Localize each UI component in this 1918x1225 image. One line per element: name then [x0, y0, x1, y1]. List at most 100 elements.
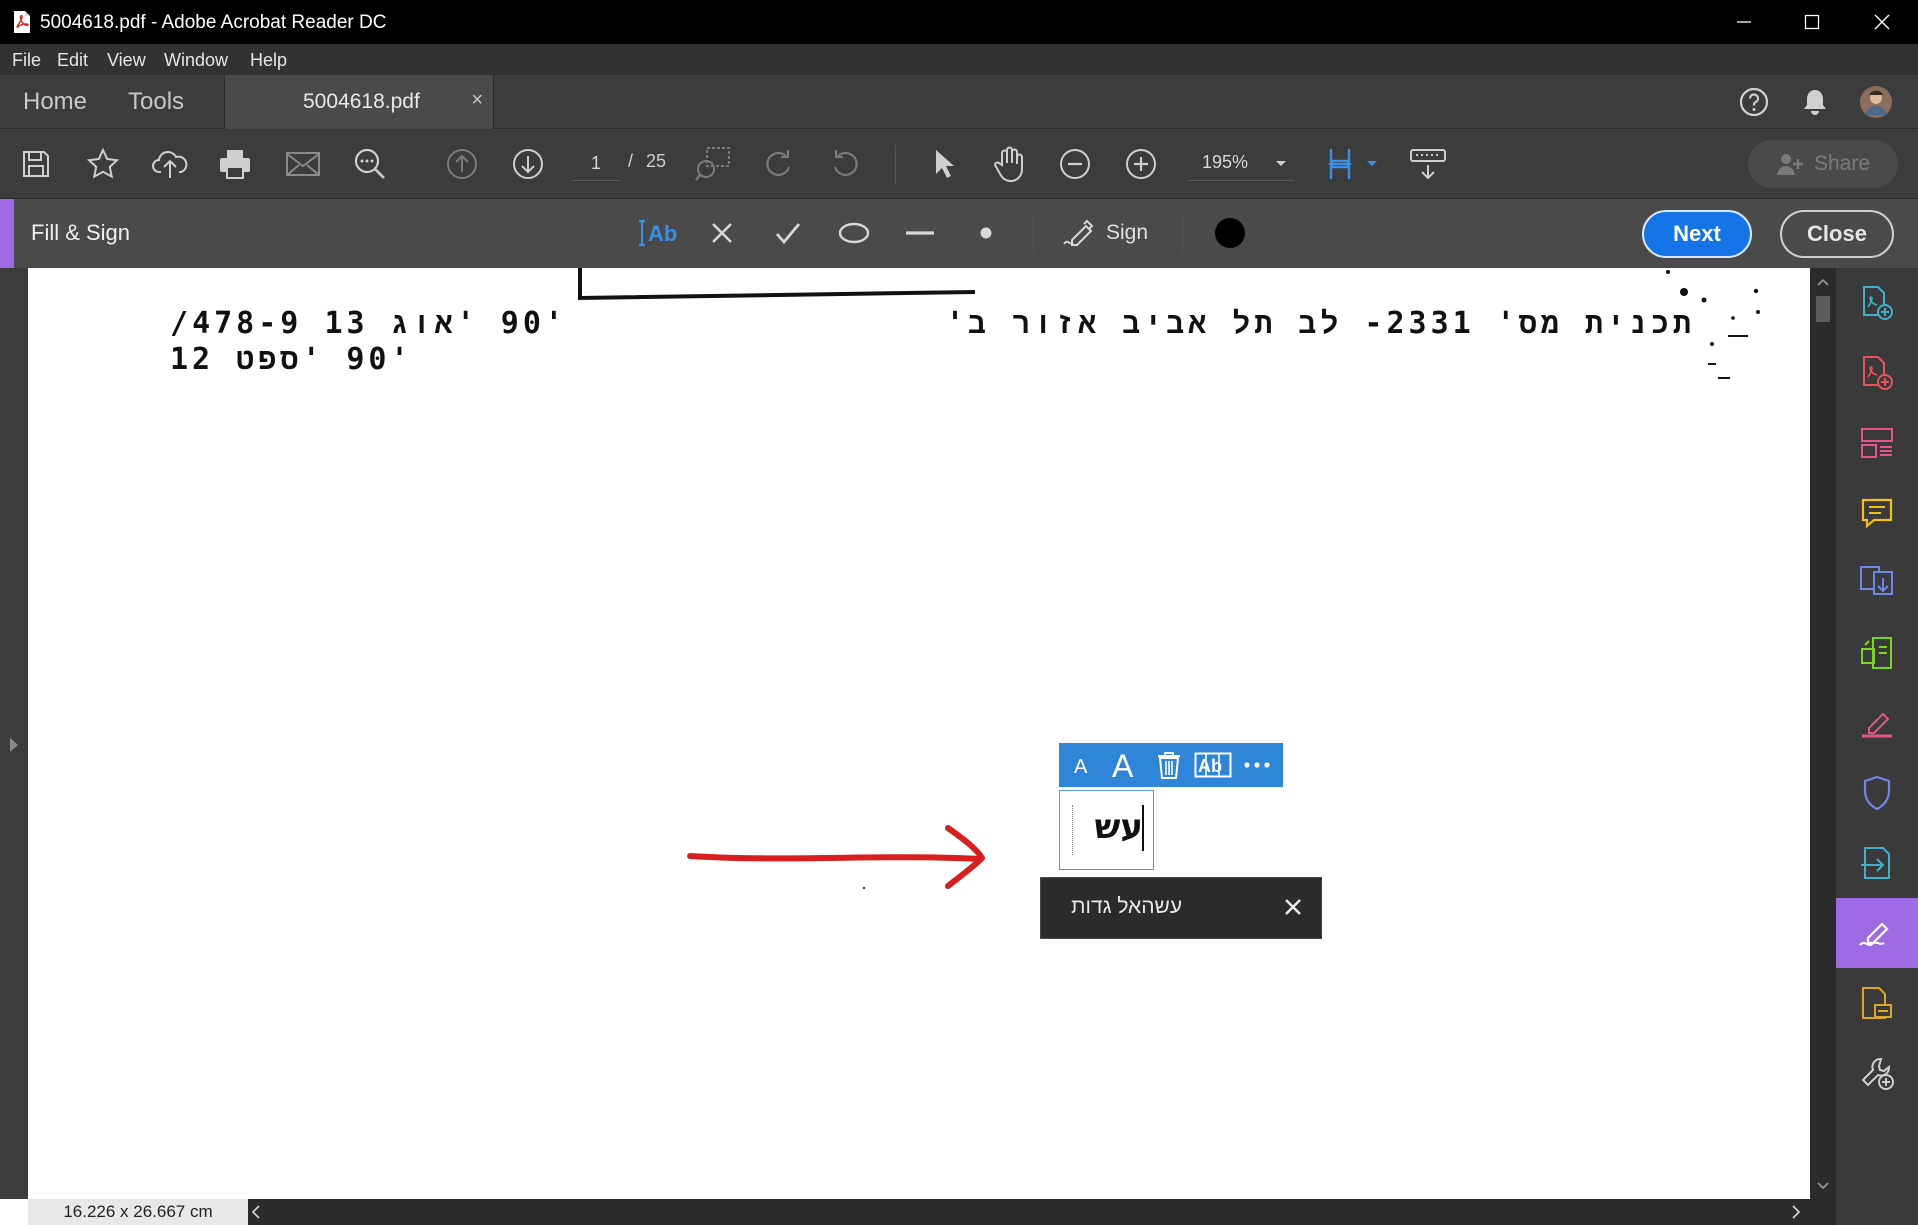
svg-text:A: A [1112, 749, 1134, 781]
zoom-in-icon[interactable] [1121, 144, 1161, 184]
menu-file[interactable]: File [12, 50, 41, 71]
fill-text-field[interactable]: עש [1059, 790, 1154, 870]
scroll-right-icon[interactable] [1790, 1203, 1802, 1221]
red-arrow-annotation [687, 825, 985, 890]
menu-edit[interactable]: Edit [57, 50, 88, 71]
vertical-scrollbar[interactable] [1810, 268, 1836, 1199]
document-tab-label: 5004618.pdf [303, 90, 420, 113]
scroll-thumb[interactable] [1816, 296, 1830, 322]
dot-icon[interactable] [966, 213, 1006, 253]
pen-sign-icon [1062, 216, 1100, 250]
previous-page-icon[interactable] [442, 144, 482, 184]
hand-pan-icon[interactable] [990, 144, 1030, 184]
add-text-icon[interactable]: Ab [636, 213, 678, 253]
keyboard-read-mode-icon[interactable] [1405, 144, 1451, 184]
save-icon[interactable] [16, 144, 56, 184]
more-options-icon[interactable] [1235, 743, 1279, 787]
field-value: עש [1094, 807, 1143, 847]
user-avatar[interactable] [1857, 83, 1895, 121]
menu-view[interactable]: View [107, 50, 146, 71]
search-zoom-icon[interactable] [350, 144, 390, 184]
close-fill-sign-button[interactable]: Close [1780, 210, 1894, 258]
scroll-left-icon[interactable] [250, 1203, 262, 1221]
sign-label: Sign [1106, 221, 1149, 244]
increase-font-size-button[interactable]: A [1103, 743, 1147, 787]
edit-highlight-icon[interactable] [1836, 688, 1918, 758]
fill-sign-tool-icon[interactable] [1836, 898, 1918, 968]
zoom-out-icon[interactable] [1055, 144, 1095, 184]
minimize-button[interactable] [1724, 8, 1764, 36]
svg-text:Ab: Ab [1198, 756, 1222, 776]
text-field-toolbar: A A Ab [1059, 743, 1283, 787]
menu-window[interactable]: Window [164, 50, 228, 71]
fill-sign-accent [0, 199, 14, 268]
fill-sign-divider [1182, 215, 1183, 255]
scan-ocr-icon[interactable] [1836, 618, 1918, 688]
fill-sign-title: Fill & Sign [31, 220, 131, 245]
bookmark-star-icon[interactable] [83, 144, 123, 184]
email-icon[interactable] [283, 144, 323, 184]
select-cursor-icon[interactable] [924, 144, 964, 184]
menu-help[interactable]: Help [250, 50, 287, 71]
help-icon[interactable] [1735, 83, 1773, 121]
cross-mark-icon[interactable] [702, 213, 742, 253]
share-button[interactable]: Share [1748, 140, 1898, 188]
marquee-zoom-icon[interactable] [693, 144, 733, 184]
create-pdf-icon[interactable] [1836, 268, 1918, 338]
trash-icon[interactable] [1147, 743, 1191, 787]
upload-cloud-icon[interactable] [150, 144, 190, 184]
left-panel-toggle[interactable] [0, 268, 28, 1199]
close-tab-button[interactable]: × [471, 89, 483, 112]
tab-bar: Home Tools 5004618.pdf × [0, 75, 1918, 129]
tab-tools[interactable]: Tools [128, 88, 184, 116]
close-window-button[interactable] [1862, 8, 1902, 36]
page-separator: / [628, 151, 634, 171]
comb-field-icon[interactable]: Ab [1191, 743, 1235, 787]
page-number-input[interactable] [572, 147, 620, 181]
status-bar: 16.226 x 26.667 cm [28, 1199, 1836, 1225]
menu-bar: File Edit View Window Help [0, 44, 1918, 75]
line-icon[interactable] [900, 213, 940, 253]
tab-document[interactable]: 5004618.pdf × [224, 75, 494, 129]
svg-text:A: A [1074, 756, 1088, 776]
next-button[interactable]: Next [1642, 210, 1752, 258]
print-icon[interactable] [215, 144, 255, 184]
suggestion-text: עשהאל גדות [1071, 895, 1183, 918]
next-page-icon[interactable] [508, 144, 548, 184]
rotate-clockwise-icon[interactable] [759, 144, 799, 184]
close-icon[interactable] [1281, 895, 1305, 919]
zoom-level-dropdown[interactable]: 195% [1188, 147, 1294, 181]
field-guide-line [1072, 805, 1073, 855]
combine-files-icon[interactable] [1836, 548, 1918, 618]
main-toolbar: / 25 195% Share [0, 129, 1918, 199]
notifications-bell-icon[interactable] [1796, 83, 1834, 121]
rotate-counterclockwise-icon[interactable] [825, 144, 865, 184]
fill-sign-toolbar: Fill & Sign Ab Sign Next Close [0, 199, 1918, 268]
document-page[interactable]: תכנית מס' 2331- לב תל אביב אזור ב' '90 '… [28, 268, 1810, 1199]
decrease-font-size-button[interactable]: A [1059, 743, 1103, 787]
maximize-button[interactable] [1792, 8, 1832, 36]
document-stamp-border [578, 268, 976, 301]
request-signature-icon[interactable] [1836, 968, 1918, 1038]
send-for-review-icon[interactable] [1836, 828, 1918, 898]
more-tools-wrench-icon[interactable] [1836, 1038, 1918, 1108]
document-date-line-2: '90 'ספט 12 [170, 342, 413, 377]
sign-tool-button[interactable]: Sign [1062, 213, 1148, 253]
page-display-fit-icon[interactable] [1325, 144, 1381, 184]
autofill-suggestion[interactable]: עשהאל גדות [1040, 877, 1322, 939]
scroll-up-icon[interactable] [1816, 276, 1830, 288]
ellipse-icon[interactable] [834, 213, 874, 253]
right-tools-pane [1836, 268, 1918, 1225]
protect-shield-icon[interactable] [1836, 758, 1918, 828]
tab-home[interactable]: Home [23, 88, 87, 116]
share-label: Share [1813, 152, 1871, 175]
window-title: 5004618.pdf - Adobe Acrobat Reader DC [40, 12, 387, 33]
color-picker-button[interactable] [1210, 213, 1250, 253]
add-user-icon [1776, 151, 1804, 177]
comment-icon[interactable] [1836, 478, 1918, 548]
checkmark-icon[interactable] [768, 213, 808, 253]
document-date-line-1: '90 'אוג 13 478-9/ [170, 306, 567, 341]
scroll-down-icon[interactable] [1816, 1180, 1830, 1192]
organize-pages-icon[interactable] [1836, 408, 1918, 478]
export-pdf-icon[interactable] [1836, 338, 1918, 408]
